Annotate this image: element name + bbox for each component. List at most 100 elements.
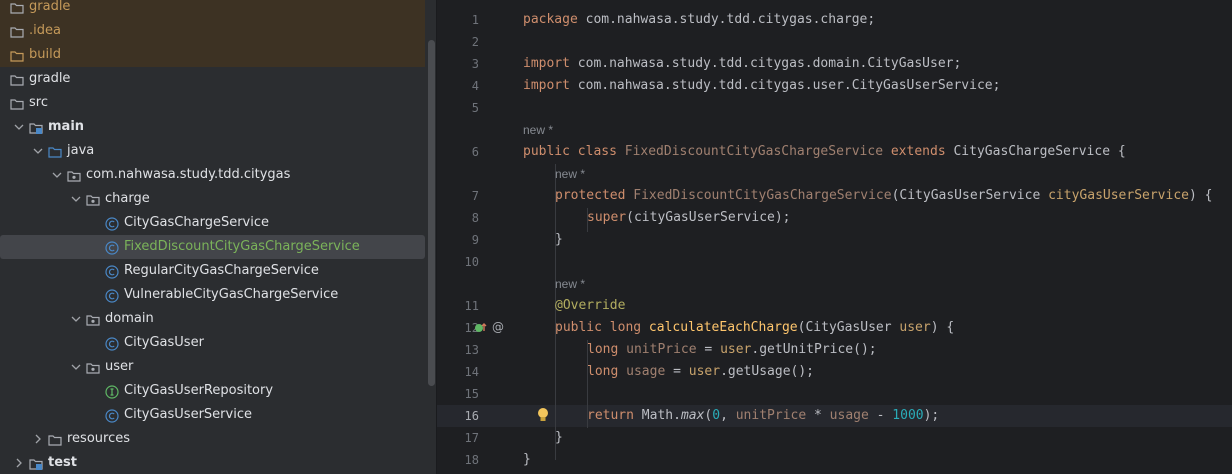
class-icon [105,336,119,351]
tree-item-label: src [29,95,48,110]
line-number: 1 [471,13,479,27]
tree-item[interactable]: VulnerableCityGasChargeService [0,283,425,307]
code-line-18: } [523,452,531,467]
tree-item[interactable]: test [0,451,425,474]
package-icon [86,360,100,374]
chevron-down-icon[interactable] [50,163,64,187]
tree-item-label: gradle [29,71,71,86]
line-number: 3 [471,57,479,71]
source-folder-icon [48,144,62,158]
tree-item-label: com.nahwasa.study.tdd.citygas [86,167,291,182]
class-icon [105,216,119,231]
tree-item-label: .idea [29,23,61,38]
tree-item-label: charge [105,191,150,206]
tree-item-label: gradle [29,0,71,14]
tree-item[interactable]: build [0,43,425,67]
tree-item-label: RegularCityGasChargeService [124,263,319,278]
line-number: 18 [464,453,479,467]
code-line-6: public class FixedDiscountCityGasChargeS… [523,144,1126,159]
code-line-14: long usage = user.getUsage(); [587,364,814,379]
chevron-right-icon[interactable] [12,451,26,474]
tree-item[interactable]: java [0,139,425,163]
tree-item-label: domain [105,311,154,326]
package-icon [67,168,81,182]
tree-item[interactable]: charge [0,187,425,211]
tree-item[interactable]: user [0,355,425,379]
tree-item[interactable]: gradle [0,0,425,19]
line-number: 17 [464,431,479,445]
folder-icon [10,24,24,38]
code-line-1: package com.nahwasa.study.tdd.citygas.ch… [523,12,876,27]
chevron-down-icon[interactable] [69,187,83,211]
line-number: 12 [464,321,479,335]
tree-item[interactable]: gradle [0,67,425,91]
line-number: 6 [471,145,479,159]
tree-item-label: CityGasChargeService [124,215,269,230]
line-number: 13 [464,343,479,357]
tree-item[interactable]: domain [0,307,425,331]
author-hint[interactable]: new * [555,163,585,185]
code-line-9: } [555,232,563,247]
code-line-16: return Math.max(0, unitPrice * usage - 1… [587,408,940,423]
chevron-down-icon[interactable] [69,355,83,379]
chevron-down-icon[interactable] [31,139,45,163]
interface-icon [105,384,119,399]
tree-item[interactable]: src [0,91,425,115]
code-line-4: import com.nahwasa.study.tdd.citygas.use… [523,78,1001,93]
line-number: 5 [471,101,479,115]
tree-item[interactable]: CityGasUserService [0,403,425,427]
tree-item-label: main [48,119,85,134]
folder-icon [10,96,24,110]
implements-method-icon[interactable] [474,321,488,335]
package-icon [86,312,100,326]
tree-item[interactable]: main [0,115,425,139]
author-hint[interactable]: new * [555,273,585,295]
override-at-icon[interactable]: @ [491,320,505,334]
tree-item[interactable]: FixedDiscountCityGasChargeService [0,235,425,259]
package-icon [86,192,100,206]
line-number: 11 [464,299,479,313]
module-folder-icon [29,456,43,470]
chevron-right-icon[interactable] [31,427,45,451]
author-hint[interactable]: new * [523,119,553,141]
line-number: 2 [471,35,479,49]
chevron-down-icon[interactable] [12,115,26,139]
folder-icon [10,72,24,86]
line-number: 15 [464,387,479,401]
line-number: 14 [464,365,479,379]
tree-item[interactable]: .idea [0,19,425,43]
tree-item[interactable]: RegularCityGasChargeService [0,259,425,283]
tree-item[interactable]: CityGasChargeService [0,211,425,235]
folder-icon [48,432,62,446]
tree-item[interactable]: resources [0,427,425,451]
code-line-13: long unitPrice = user.getUnitPrice(); [587,342,877,357]
folder-icon [10,0,24,14]
project-tree-scrollbar[interactable] [428,40,435,386]
chevron-down-icon[interactable] [69,307,83,331]
tree-item-label: VulnerableCityGasChargeService [124,287,339,302]
code-line-11: @Override [555,298,626,313]
code-line-8: super(cityGasUserService); [587,210,791,225]
line-number: 7 [471,189,479,203]
project-tool-window: gradle .idea build gradle src main java com.nah… [0,0,437,474]
lightbulb-icon[interactable] [536,406,550,424]
tree-item-label: CityGasUserRepository [124,383,274,398]
code-line-12: public long calculateEachCharge(CityGasU… [555,320,955,335]
class-icon [105,264,119,279]
tree-item[interactable]: CityGasUserRepository [0,379,425,403]
tree-item[interactable]: com.nahwasa.study.tdd.citygas [0,163,425,187]
tree-item-label: user [105,359,134,374]
tree-item-label: build [29,47,61,62]
line-number: 9 [471,233,479,247]
class-icon [105,240,119,255]
line-number: 4 [471,79,479,93]
tree-item-label: test [48,455,77,470]
line-number: 16 [464,409,479,423]
tree-item-label: FixedDiscountCityGasChargeService [124,239,360,254]
tree-item[interactable]: CityGasUser [0,331,425,355]
tree-item-label: CityGasUser [124,335,204,350]
code-line-7: protected FixedDiscountCityGasChargeServ… [555,188,1213,203]
code-editor[interactable]: 1 2 3 4 5 6 7 8 9 10 11 12 13 14 15 16 1… [437,0,1232,474]
tree-item-label: CityGasUserService [124,407,252,422]
line-number: 8 [471,211,479,225]
